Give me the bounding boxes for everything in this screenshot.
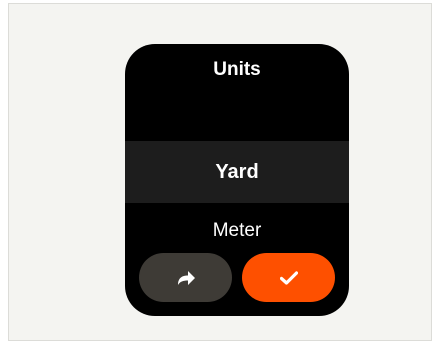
screenshot-frame: Units Yard Meter [8, 3, 432, 341]
forward-button[interactable] [139, 253, 232, 302]
watch-screen: Units Yard Meter [125, 44, 349, 316]
picker-selected-option[interactable]: Yard [125, 141, 349, 203]
screen-title: Units [213, 59, 261, 80]
picker-option-next[interactable]: Meter [125, 220, 349, 242]
confirm-button[interactable] [242, 253, 335, 302]
picker-selected-label: Yard [215, 160, 259, 183]
forward-arrow-icon [177, 270, 195, 285]
checkmark-icon [279, 270, 298, 285]
